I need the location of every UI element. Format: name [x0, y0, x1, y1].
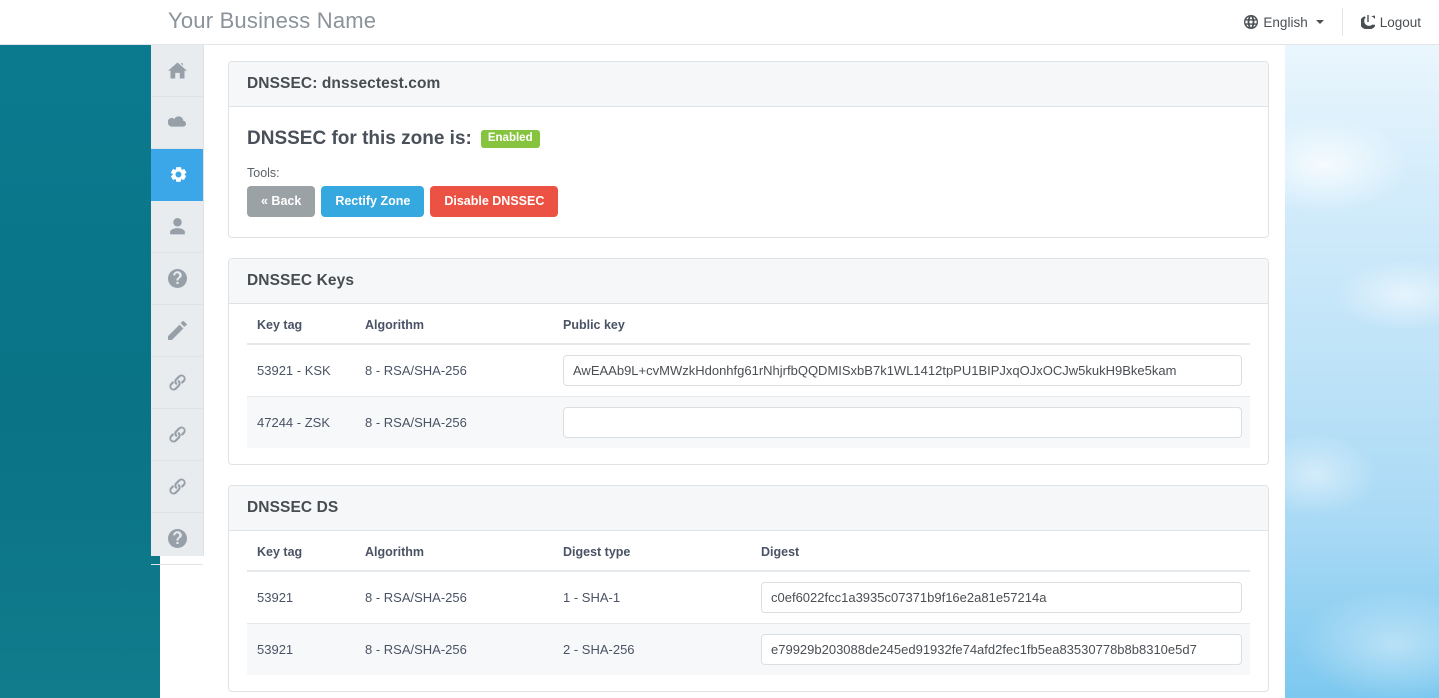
link-icon [168, 477, 187, 496]
ds-cell-algorithm: 8 - RSA/SHA-256 [365, 589, 467, 605]
keys-cell-algorithm: 8 - RSA/SHA-256 [355, 395, 553, 448]
digest-input[interactable] [761, 633, 1242, 665]
ds-panel-title: DNSSEC DS [247, 498, 339, 516]
top-navbar: Your Business Name English Logout [0, 0, 1439, 45]
ds-col-digest: Digest [751, 534, 1250, 572]
keys-col-publickey: Public key [553, 307, 1250, 345]
question-circle-icon [167, 269, 187, 288]
table-row: 53921 8 - RSA/SHA-256 2 - SHA-256 [247, 622, 1250, 675]
sidebar-item-help[interactable] [151, 253, 203, 305]
language-selector[interactable]: English [1226, 0, 1341, 44]
gear-icon [168, 165, 187, 184]
ds-table-head: Key tag Algorithm Digest type Digest [247, 534, 1250, 572]
left-background-panel [0, 45, 160, 698]
navbar-right-menu: English Logout [1226, 0, 1439, 44]
ds-col-keytag: Key tag [247, 534, 355, 572]
keys-header-row: Key tag Algorithm Public key [247, 307, 1250, 345]
disable-dnssec-button[interactable]: Disable DNSSEC [430, 186, 559, 217]
keys-cell-publickey [553, 344, 1250, 397]
power-icon [1360, 15, 1375, 29]
table-row: 53921 8 - RSA/SHA-256 1 - SHA-1 [247, 571, 1250, 624]
rectify-zone-button[interactable]: Rectify Zone [321, 186, 425, 217]
pencil-icon [167, 321, 187, 340]
logout-button[interactable]: Logout [1343, 0, 1439, 44]
public-key-input[interactable] [563, 406, 1242, 438]
keys-panel-header: DNSSEC Keys [229, 258, 1268, 304]
sidebar-item-settings[interactable] [151, 149, 203, 201]
ds-cell-digest [751, 571, 1250, 624]
ds-col-digesttype: Digest type [553, 534, 751, 572]
back-button[interactable]: « Back [247, 186, 316, 217]
table-row: 47244 - ZSK 8 - RSA/SHA-256 [247, 395, 1250, 448]
status-badge: Enabled [480, 129, 540, 149]
brand-title: Your Business Name [168, 8, 377, 33]
globe-icon [1244, 15, 1259, 29]
link-icon [168, 373, 187, 392]
icon-sidebar [151, 45, 204, 565]
dnssec-panel-header: DNSSEC: dnssectest.com [229, 62, 1268, 107]
keys-col-algorithm: Algorithm [355, 307, 553, 345]
logout-label: Logout [1379, 14, 1421, 30]
keys-cell-algorithm: 8 - RSA/SHA-256 [365, 362, 467, 378]
tools-label: Tools: [247, 166, 280, 180]
dnssec-status-panel: DNSSEC: dnssectest.com DNSSEC for this z… [228, 61, 1269, 238]
keys-cell-keytag: 53921 - KSK [257, 362, 331, 378]
ds-table-body: 53921 8 - RSA/SHA-256 1 - SHA-1 53921 8 … [247, 571, 1250, 675]
ds-cell-algorithm: 8 - RSA/SHA-256 [355, 622, 553, 675]
right-sky-background [1285, 45, 1439, 698]
dnssec-panel-body: DNSSEC for this zone is: Enabled Tools: … [229, 107, 1268, 237]
user-icon [168, 217, 187, 236]
ds-header-row: Key tag Algorithm Digest type Digest [247, 534, 1250, 572]
keys-table-head: Key tag Algorithm Public key [247, 307, 1250, 345]
language-label: English [1263, 14, 1308, 30]
cloud-icon [167, 113, 187, 132]
dnssec-status-line: DNSSEC for this zone is: Enabled [247, 128, 1250, 150]
digest-input[interactable] [761, 581, 1242, 613]
keys-cell-publickey [553, 395, 1250, 448]
link-icon [168, 425, 187, 444]
keys-panel-title: DNSSEC Keys [247, 271, 355, 289]
table-row: 53921 - KSK 8 - RSA/SHA-256 [247, 344, 1250, 397]
sidebar-item-home[interactable] [151, 45, 203, 97]
sidebar-item-help-2[interactable] [151, 513, 203, 565]
main-content: DNSSEC: dnssectest.com DNSSEC for this z… [204, 45, 1285, 698]
sidebar-item-edit[interactable] [151, 305, 203, 357]
sidebar-item-link-2[interactable] [151, 409, 203, 461]
sidebar-item-link-1[interactable] [151, 357, 203, 409]
ds-panel-header: DNSSEC DS [229, 485, 1268, 531]
keys-panel-body: Key tag Algorithm Public key 53921 - KSK… [229, 304, 1268, 464]
tools-button-row: « Back Rectify Zone Disable DNSSEC [247, 186, 1250, 217]
sidebar-item-cloud[interactable] [151, 97, 203, 149]
chevron-down-icon [1315, 20, 1324, 24]
dnssec-panel-title: DNSSEC: dnssectest.com [247, 75, 441, 92]
question-circle-icon [167, 529, 187, 548]
ds-col-algorithm: Algorithm [355, 534, 553, 572]
dnssec-status-label: DNSSEC for this zone is: [247, 128, 472, 149]
sidebar-item-link-3[interactable] [151, 461, 203, 513]
ds-cell-digest [751, 622, 1250, 675]
ds-table: Key tag Algorithm Digest type Digest 539… [247, 534, 1250, 675]
dnssec-ds-panel: DNSSEC DS Key tag Algorithm Digest type … [228, 484, 1269, 692]
keys-table: Key tag Algorithm Public key 53921 - KSK… [247, 307, 1250, 448]
ds-cell-keytag: 53921 [247, 622, 355, 675]
ds-cell-digesttype: 2 - SHA-256 [553, 622, 751, 675]
keys-col-keytag: Key tag [247, 307, 355, 345]
keys-table-body: 53921 - KSK 8 - RSA/SHA-256 47244 - ZSK … [247, 344, 1250, 448]
home-icon [167, 61, 187, 80]
ds-cell-keytag: 53921 [257, 589, 294, 605]
ds-panel-body: Key tag Algorithm Digest type Digest 539… [229, 531, 1268, 691]
ds-cell-digesttype: 1 - SHA-1 [563, 589, 621, 605]
public-key-input[interactable] [563, 354, 1242, 386]
keys-cell-keytag: 47244 - ZSK [247, 395, 355, 448]
dnssec-keys-panel: DNSSEC Keys Key tag Algorithm Public key… [228, 257, 1269, 465]
sidebar-item-user[interactable] [151, 201, 203, 253]
